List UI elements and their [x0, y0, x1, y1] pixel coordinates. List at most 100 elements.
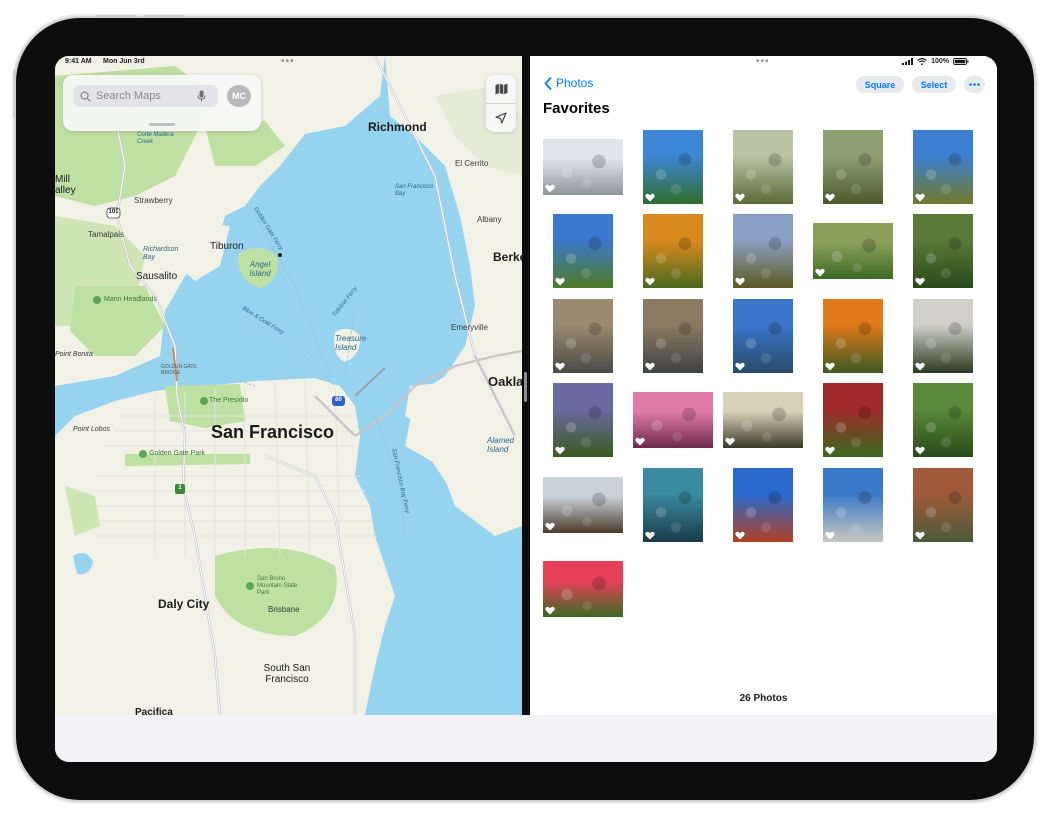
photo-texture	[633, 392, 713, 448]
maps-app[interactable]: Richmond El Cerrito Albany Berke Emeryvi…	[55, 56, 522, 715]
avatar[interactable]: MC	[227, 85, 251, 107]
battery-percent: 100%	[931, 58, 949, 65]
park-pin	[200, 397, 208, 405]
photo-texture	[813, 223, 893, 279]
photo-texture	[543, 561, 623, 617]
photo-texture	[723, 392, 803, 448]
heart-icon	[915, 446, 925, 455]
heart-icon	[735, 193, 745, 202]
album-title: Favorites	[543, 100, 610, 117]
photo-thumbnail[interactable]	[823, 130, 883, 204]
heart-icon	[915, 362, 925, 371]
more-button[interactable]	[964, 76, 985, 93]
mic-icon[interactable]	[197, 90, 206, 102]
heart-icon	[735, 362, 745, 371]
status-date: Mon Jun 3rd	[103, 58, 145, 65]
volume-button-2	[144, 15, 184, 18]
heart-icon	[915, 277, 925, 286]
search-icon	[80, 90, 91, 102]
heart-icon	[645, 531, 655, 540]
status-bar-right: 100%	[902, 58, 969, 65]
heart-icon	[735, 277, 745, 286]
heart-icon	[735, 531, 745, 540]
heart-icon	[815, 268, 825, 277]
photo-thumbnail[interactable]	[913, 299, 973, 373]
photo-thumbnail[interactable]	[733, 299, 793, 373]
heart-icon	[555, 362, 565, 371]
map-controls	[486, 75, 516, 132]
photo-thumbnail[interactable]	[553, 299, 613, 373]
photo-thumbnail[interactable]	[643, 130, 703, 204]
photo-thumbnail[interactable]	[543, 139, 623, 195]
heart-icon	[645, 277, 655, 286]
location-arrow-icon	[495, 112, 507, 124]
hwy-shield	[332, 396, 345, 406]
map-mode-button[interactable]	[486, 75, 516, 103]
photo-thumbnail[interactable]	[643, 299, 703, 373]
multitasking-dots-right[interactable]: •••	[756, 56, 770, 67]
photo-thumbnail[interactable]	[543, 477, 623, 533]
hwy-shield	[175, 484, 185, 494]
heart-icon	[725, 437, 735, 446]
heart-icon	[545, 522, 555, 531]
ellipsis-circle-icon	[969, 83, 980, 86]
search-input[interactable]	[96, 90, 192, 102]
photo-thumbnail[interactable]	[823, 468, 883, 542]
photo-thumbnail[interactable]	[913, 130, 973, 204]
battery-icon	[953, 58, 969, 65]
cellular-signal-icon	[902, 58, 914, 65]
photo-thumbnail[interactable]	[823, 383, 883, 457]
park-pin	[139, 450, 147, 458]
photo-thumbnail[interactable]	[543, 561, 623, 617]
heart-icon	[915, 531, 925, 540]
photo-thumbnail[interactable]	[913, 383, 973, 457]
photo-thumbnail[interactable]	[733, 214, 793, 288]
photo-thumbnail[interactable]	[723, 392, 803, 448]
heart-icon	[555, 446, 565, 455]
park-pin	[246, 582, 254, 590]
heart-icon	[545, 606, 555, 615]
map-icon	[495, 83, 507, 95]
back-to-photos-button[interactable]: Photos	[544, 76, 593, 90]
park-pin	[93, 296, 101, 304]
photo-thumbnail[interactable]	[913, 468, 973, 542]
photo-texture	[543, 139, 623, 195]
square-button[interactable]: Square	[856, 76, 904, 93]
heart-icon	[825, 193, 835, 202]
multitasking-dots-left[interactable]: •••	[281, 56, 295, 67]
card-grabber[interactable]	[149, 123, 175, 126]
power-button	[13, 70, 16, 118]
map-canvas[interactable]	[55, 56, 522, 715]
heart-icon	[825, 446, 835, 455]
search-card[interactable]: MC	[63, 75, 261, 131]
locate-button[interactable]	[486, 104, 516, 132]
bottom-bar	[55, 715, 997, 762]
photo-thumbnail[interactable]	[913, 214, 973, 288]
photo-thumbnail[interactable]	[813, 223, 893, 279]
photo-thumbnail[interactable]	[643, 214, 703, 288]
status-time: 9:41 AM	[65, 58, 92, 65]
photo-thumbnail[interactable]	[733, 130, 793, 204]
photo-thumbnail[interactable]	[553, 383, 613, 457]
photo-count: 26 Photos	[739, 693, 788, 704]
volume-button	[96, 15, 136, 18]
photo-thumbnail[interactable]	[823, 299, 883, 373]
chevron-left-icon	[544, 76, 552, 90]
photo-texture	[543, 477, 623, 533]
photo-thumbnail[interactable]	[733, 468, 793, 542]
select-button[interactable]: Select	[912, 76, 956, 93]
heart-icon	[555, 277, 565, 286]
split-view-divider[interactable]	[522, 56, 530, 715]
ipad-screen: Richmond El Cerrito Albany Berke Emeryvi…	[55, 56, 997, 762]
photo-thumbnail[interactable]	[633, 392, 713, 448]
search-field[interactable]	[73, 85, 218, 107]
heart-icon	[545, 184, 555, 193]
hwy-shield	[106, 207, 121, 219]
photos-app[interactable]: ••• 100% Photos Square Select Favorites …	[530, 56, 997, 715]
divider-handle[interactable]	[524, 372, 527, 402]
photo-thumbnail[interactable]	[643, 468, 703, 542]
photo-thumbnail[interactable]	[553, 214, 613, 288]
heart-icon	[645, 362, 655, 371]
heart-icon	[915, 193, 925, 202]
heart-icon	[825, 531, 835, 540]
